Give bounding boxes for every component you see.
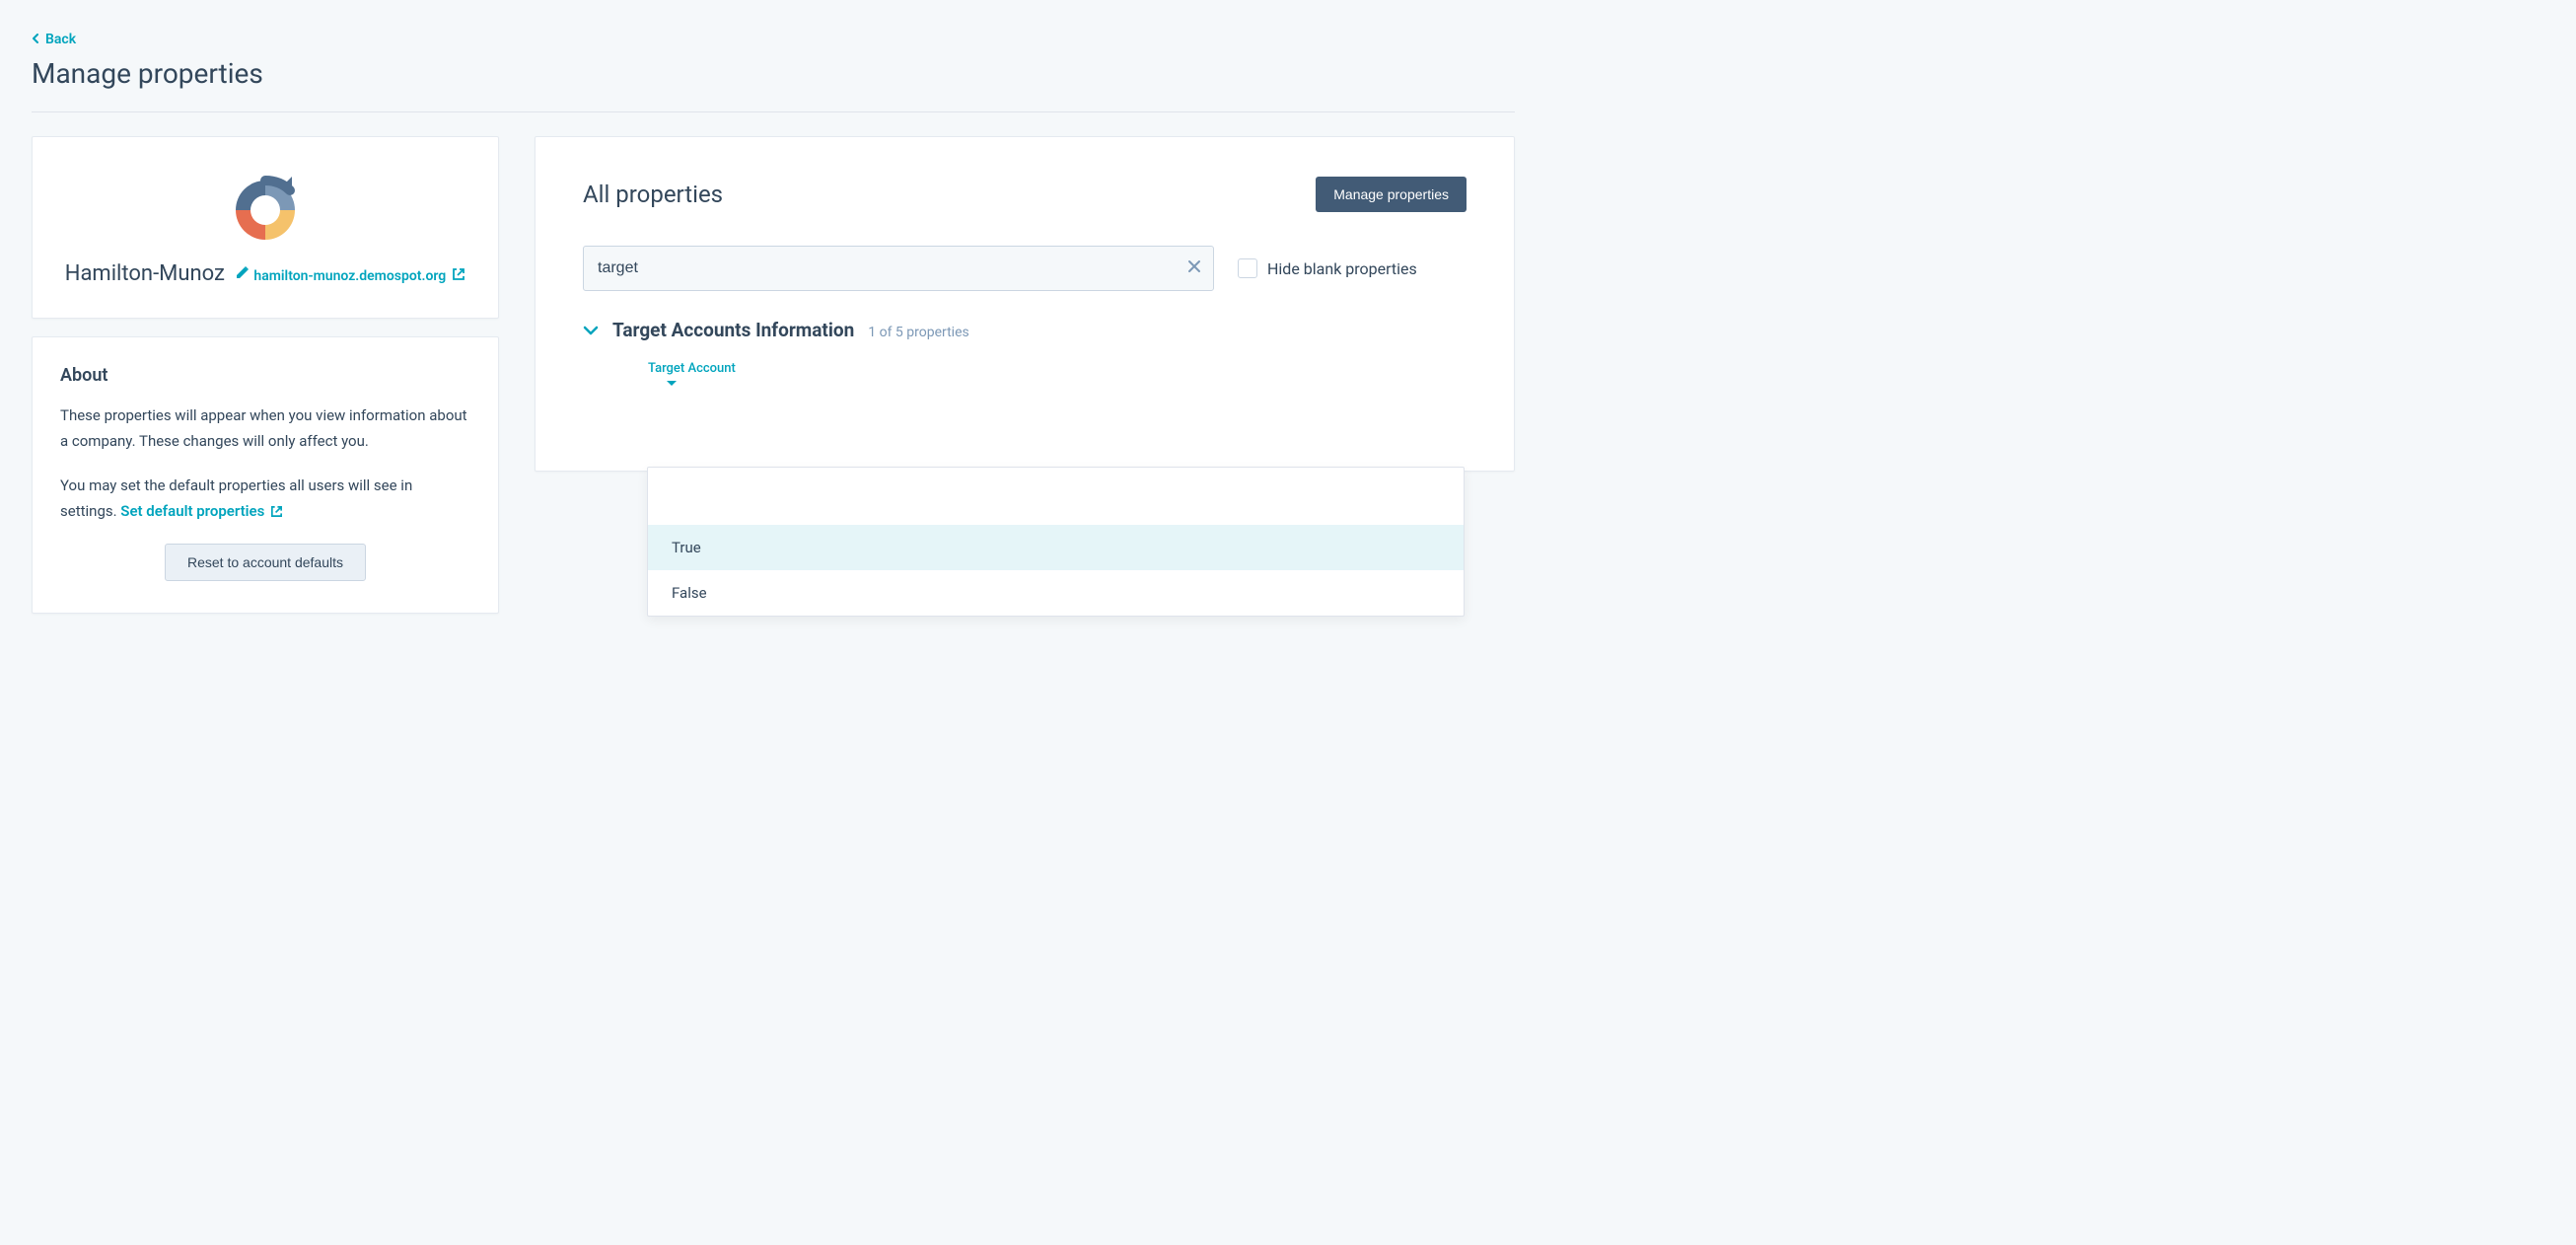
external-link-icon bbox=[270, 505, 283, 518]
about-heading: About bbox=[60, 365, 470, 386]
chevron-left-icon bbox=[32, 33, 39, 46]
company-name: Hamilton-Munoz bbox=[65, 261, 225, 286]
caret-down-icon[interactable] bbox=[666, 376, 678, 392]
external-link-icon[interactable] bbox=[452, 267, 465, 285]
all-properties-card: All properties Manage properties Hide bl… bbox=[535, 136, 1515, 472]
property-dropdown: True False bbox=[647, 467, 1465, 617]
back-link[interactable]: Back bbox=[32, 32, 76, 47]
search-input[interactable] bbox=[583, 246, 1214, 291]
dropdown-search-area[interactable] bbox=[648, 468, 1464, 525]
all-properties-heading: All properties bbox=[583, 181, 723, 208]
clear-search-icon[interactable] bbox=[1186, 258, 1202, 278]
property-label[interactable]: Target Account bbox=[648, 361, 1467, 376]
group-count: 1 of 5 properties bbox=[868, 325, 968, 340]
divider bbox=[32, 111, 1515, 112]
company-card: Hamilton-Munoz hamilton-munoz.demospot.o… bbox=[32, 136, 499, 319]
dropdown-option-false[interactable]: False bbox=[648, 570, 1464, 616]
about-text-1: These properties will appear when you vi… bbox=[60, 403, 470, 454]
pencil-icon[interactable] bbox=[235, 264, 250, 284]
back-label: Back bbox=[45, 32, 76, 47]
hide-blank-checkbox[interactable]: Hide blank properties bbox=[1238, 258, 1417, 278]
about-text-2: You may set the default properties all u… bbox=[60, 474, 470, 524]
dropdown-option-true[interactable]: True bbox=[648, 525, 1464, 570]
manage-properties-button[interactable]: Manage properties bbox=[1316, 177, 1467, 212]
company-logo bbox=[56, 173, 474, 248]
reset-to-defaults-button[interactable]: Reset to account defaults bbox=[165, 544, 366, 581]
page-title: Manage properties bbox=[32, 57, 1515, 90]
hide-blank-label: Hide blank properties bbox=[1267, 259, 1417, 278]
chevron-down-icon bbox=[583, 325, 599, 340]
group-title: Target Accounts Information bbox=[612, 319, 854, 341]
set-default-properties-link[interactable]: Set default properties bbox=[120, 499, 283, 525]
about-card: About These properties will appear when … bbox=[32, 336, 499, 614]
property-group-header[interactable]: Target Accounts Information 1 of 5 prope… bbox=[583, 319, 1467, 341]
checkbox-box bbox=[1238, 258, 1257, 278]
company-url[interactable]: hamilton-munoz.demospot.org bbox=[253, 268, 446, 284]
